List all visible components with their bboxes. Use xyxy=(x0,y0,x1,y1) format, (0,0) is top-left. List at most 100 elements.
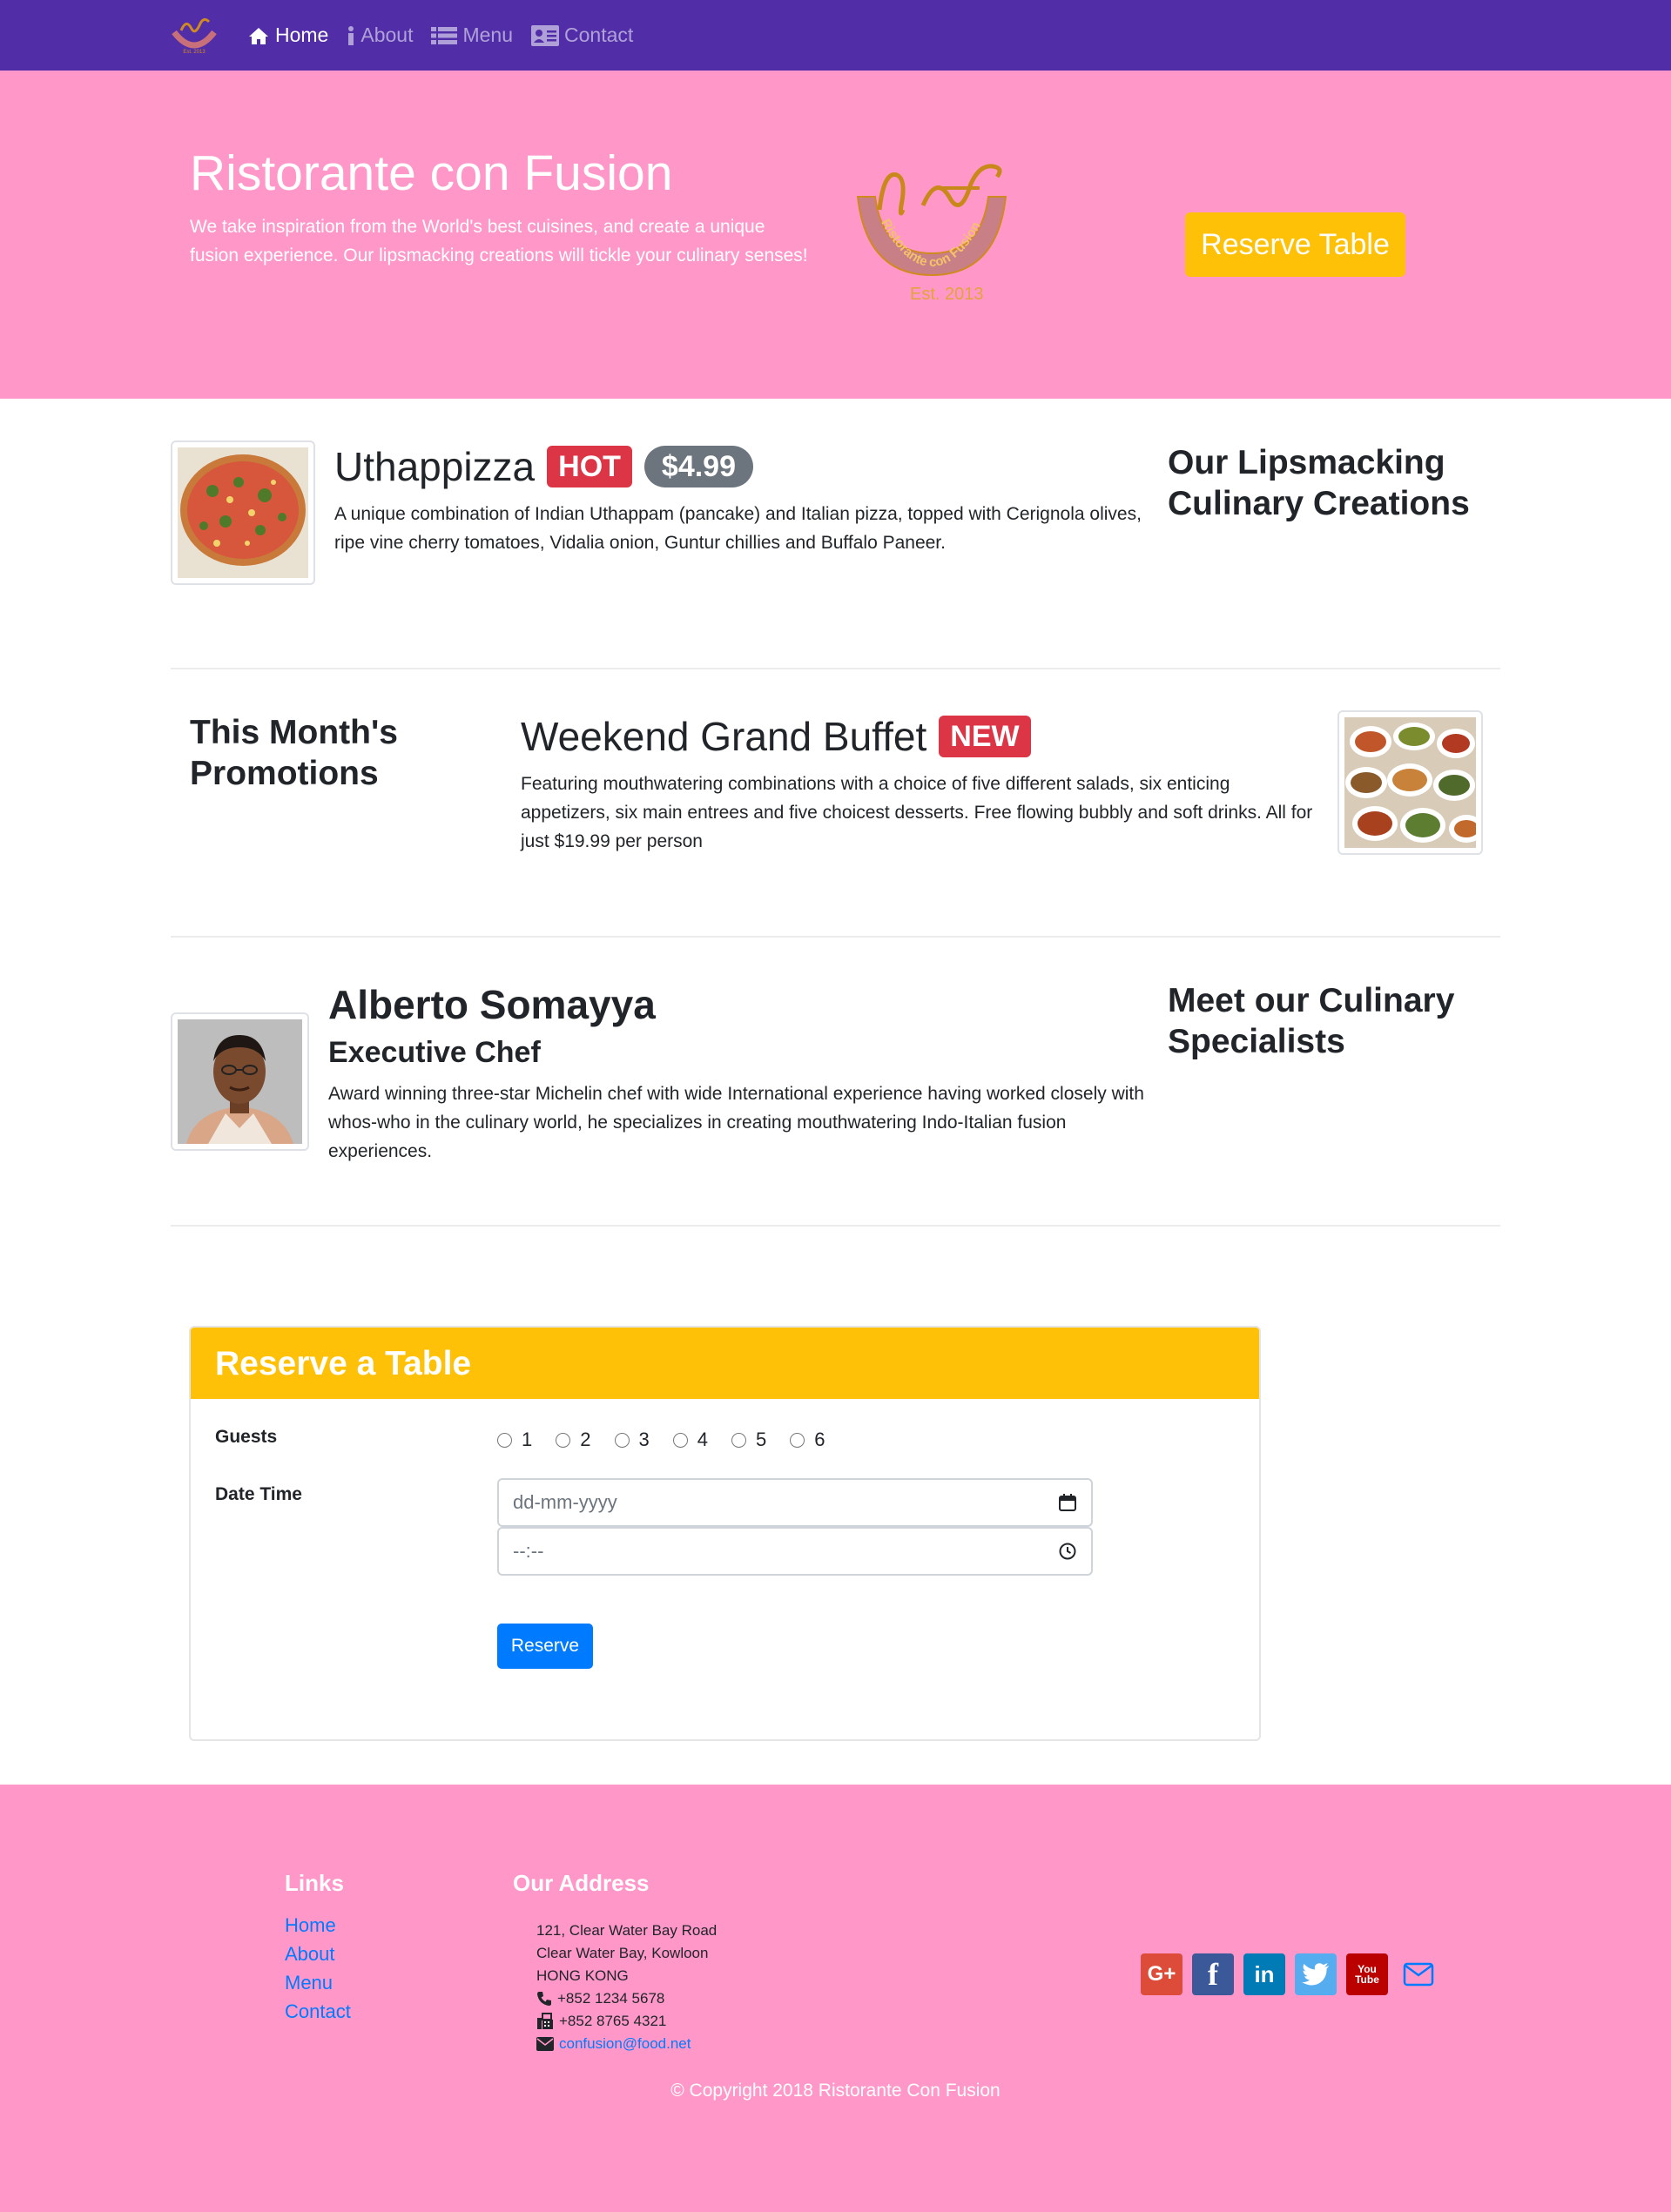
radio-button[interactable] xyxy=(614,1432,630,1448)
address-line: HONG KONG xyxy=(536,1967,629,1984)
facebook-icon[interactable]: f xyxy=(1192,1953,1234,1995)
reserve-card-title: Reserve a Table xyxy=(215,1345,472,1382)
leader-side-heading: Meet our Culinary Specialists xyxy=(1168,982,1455,1060)
guests-radio-group: 1 2 3 4 5 6 xyxy=(497,1429,849,1451)
time-placeholder: --:-- xyxy=(513,1540,544,1562)
guest-option-label: 2 xyxy=(580,1429,591,1450)
email-link[interactable]: confusion@food.net xyxy=(559,2033,691,2055)
radio-button[interactable] xyxy=(497,1432,512,1448)
footer-address: 121, Clear Water Bay Road Clear Water Ba… xyxy=(536,1920,717,2055)
section-divider xyxy=(171,936,1500,938)
radio-button[interactable] xyxy=(790,1432,805,1448)
logo-est-text: Est. 2013 xyxy=(910,285,984,304)
linkedin-label: in xyxy=(1254,1960,1275,1987)
nav-about-label: About xyxy=(360,24,414,46)
footer-links-heading: Links xyxy=(285,1870,344,1896)
promotion-name: Weekend Grand Buffet xyxy=(521,714,927,759)
clock-icon[interactable] xyxy=(1058,1542,1077,1561)
promotion-side-heading: This Month's Promotions xyxy=(190,714,398,792)
guest-option-3[interactable]: 3 xyxy=(614,1429,650,1451)
guest-option-label: 4 xyxy=(697,1429,708,1450)
restaurant-title: Ristorante con Fusion xyxy=(190,145,673,201)
footer-address-heading: Our Address xyxy=(513,1870,650,1896)
guest-option-label: 5 xyxy=(756,1429,767,1450)
footer-link-home[interactable]: Home xyxy=(285,1911,351,1940)
dish-thumbnail xyxy=(171,440,315,585)
home-icon xyxy=(249,27,268,44)
price-badge: $4.99 xyxy=(643,446,754,487)
fax-icon xyxy=(537,2013,553,2029)
nav-home-label: Home xyxy=(275,24,329,46)
fax-number: +852 8765 4321 xyxy=(559,2013,667,2029)
chef-designation: Executive Chef xyxy=(328,1036,541,1069)
nav-home[interactable]: Home xyxy=(247,24,328,47)
guest-option-label: 3 xyxy=(638,1429,650,1450)
calendar-icon[interactable] xyxy=(1058,1493,1077,1512)
facebook-label: f xyxy=(1208,1957,1218,1992)
social-links: G+ f in You Tube xyxy=(1141,1953,1449,1995)
linkedin-icon[interactable]: in xyxy=(1243,1953,1285,1995)
radio-button[interactable] xyxy=(731,1432,746,1448)
nav-menu-label: Menu xyxy=(462,24,514,46)
mail-icon[interactable] xyxy=(1398,1953,1439,1995)
address-card-icon xyxy=(531,24,560,46)
footer-link-menu[interactable]: Menu xyxy=(285,1968,351,1997)
footer: Links Home About Menu Contact Our Addres… xyxy=(0,1785,1671,2212)
email-row: confusion@food.net xyxy=(536,2033,717,2055)
phone-number: +852 1234 5678 xyxy=(557,1990,665,2007)
nav-menu[interactable]: Menu xyxy=(431,24,513,47)
chef-photo xyxy=(171,1012,309,1151)
nav-contact-label: Contact xyxy=(564,24,634,46)
twitter-icon[interactable] xyxy=(1295,1953,1337,1995)
copyright: © Copyright 2018 Ristorante Con Fusion xyxy=(670,2081,1001,2101)
nav-contact[interactable]: Contact xyxy=(531,24,633,47)
dish-description: A unique combination of Indian Uthappam … xyxy=(334,504,1142,553)
footer-links: Home About Menu Contact xyxy=(285,1911,351,2026)
restaurant-intro: We take inspiration from the World's bes… xyxy=(190,217,808,266)
reserve-table-button[interactable]: Reserve Table xyxy=(1185,212,1405,277)
info-icon xyxy=(348,25,354,45)
promotion-heading: Weekend Grand Buffet NEW xyxy=(521,713,1031,760)
guest-option-5[interactable]: 5 xyxy=(731,1429,766,1451)
nav-links: Home About Menu Contact xyxy=(247,0,651,71)
footer-link-contact[interactable]: Contact xyxy=(285,1997,351,2026)
address-line: 121, Clear Water Bay Road xyxy=(536,1922,718,1939)
guest-option-2[interactable]: 2 xyxy=(556,1429,591,1451)
section-divider xyxy=(171,1225,1500,1227)
brand-logo-icon[interactable]: Est. 2013 xyxy=(169,15,219,57)
hot-badge: HOT xyxy=(547,446,632,487)
radio-button[interactable] xyxy=(672,1432,688,1448)
promotion-description: Featuring mouthwatering combinations wit… xyxy=(521,774,1313,851)
envelope-icon xyxy=(536,2037,554,2051)
list-icon xyxy=(431,26,458,44)
navbar: Est. 2013 Home About Menu Contact xyxy=(0,0,1671,71)
promotion-thumbnail xyxy=(1337,710,1483,855)
chef-description: Award winning three-star Michelin chef w… xyxy=(328,1084,1144,1161)
footer-link-about[interactable]: About xyxy=(285,1940,351,1968)
guests-label: Guests xyxy=(215,1427,278,1447)
restaurant-logo: Ristorante con Fusion Est. 2013 xyxy=(849,158,1058,310)
nav-about[interactable]: About xyxy=(347,24,413,47)
radio-button[interactable] xyxy=(556,1432,571,1448)
section-divider xyxy=(171,668,1500,669)
date-placeholder: dd-mm-yyyy xyxy=(513,1491,617,1513)
phone-row: +852 1234 5678 xyxy=(536,1987,717,2010)
guest-option-1[interactable]: 1 xyxy=(497,1429,532,1451)
phone-icon xyxy=(537,1992,551,2006)
jumbotron: Ristorante con Fusion We take inspiratio… xyxy=(0,71,1671,399)
date-input[interactable]: dd-mm-yyyy xyxy=(497,1478,1093,1527)
guest-option-4[interactable]: 4 xyxy=(672,1429,708,1451)
reserve-submit-button[interactable]: Reserve xyxy=(497,1624,593,1669)
youtube-icon[interactable]: You Tube xyxy=(1346,1953,1388,1995)
guest-option-label: 6 xyxy=(814,1429,825,1450)
google-plus-label: G+ xyxy=(1147,1962,1176,1986)
dish-heading: Uthappizza HOT $4.99 xyxy=(334,443,754,490)
google-plus-icon[interactable]: G+ xyxy=(1141,1953,1183,1995)
address-line: Clear Water Bay, Kowloon xyxy=(536,1945,709,1961)
dish-side-heading: Our Lipsmacking Culinary Creations xyxy=(1168,444,1470,522)
guest-option-6[interactable]: 6 xyxy=(790,1429,825,1451)
chef-name: Alberto Somayya xyxy=(328,982,656,1027)
time-input[interactable]: --:-- xyxy=(497,1527,1093,1576)
datetime-label: Date Time xyxy=(215,1484,302,1504)
dish-name: Uthappizza xyxy=(334,444,536,489)
